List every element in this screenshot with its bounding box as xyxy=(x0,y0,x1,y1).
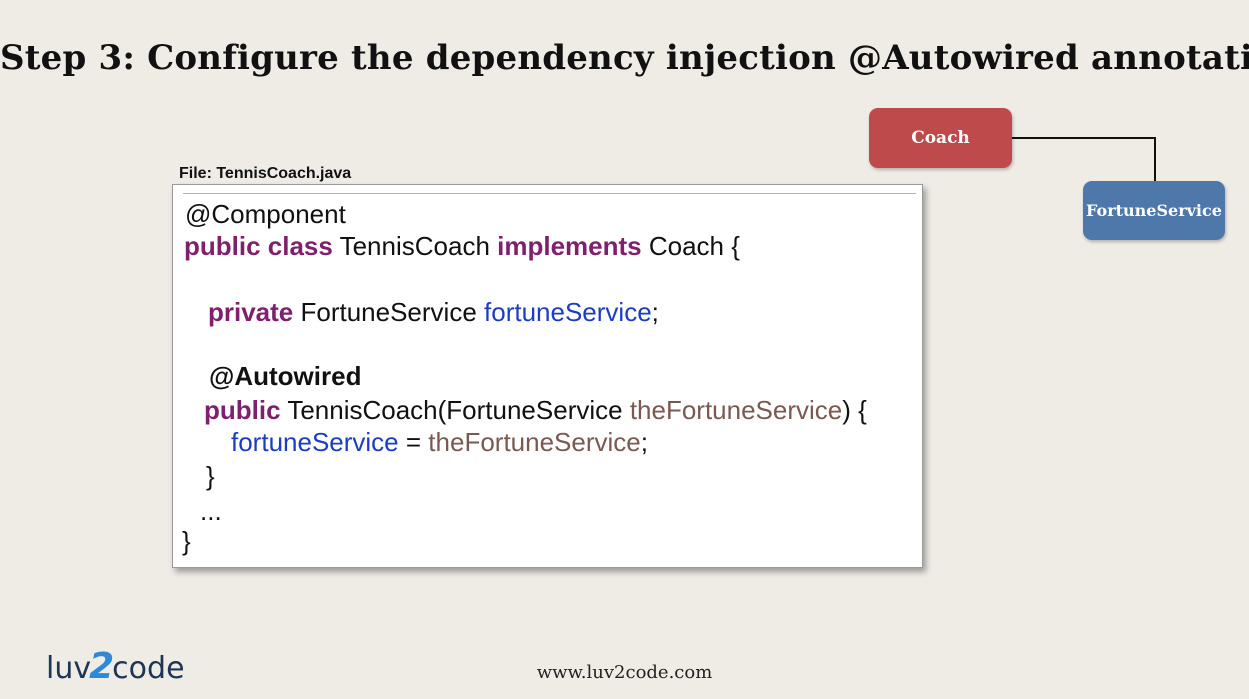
footer-url: www.luv2code.com xyxy=(536,662,713,683)
keyword: public xyxy=(204,395,281,425)
keyword: private xyxy=(208,297,294,327)
code-line-4: @Autowired xyxy=(209,361,362,391)
code-text: Coach { xyxy=(641,231,740,261)
code-line-1: @Component xyxy=(185,199,346,229)
code-text: ; xyxy=(640,427,648,457)
field-name: fortuneService xyxy=(484,297,652,327)
code-line-7: } xyxy=(206,461,215,491)
fortune-service-node: FortuneService xyxy=(1083,181,1225,240)
code-text: = xyxy=(398,427,429,457)
keyword: public class xyxy=(184,231,333,261)
class-name: TennisCoach xyxy=(332,231,498,261)
file-label: File: TennisCoach.java xyxy=(179,165,352,182)
code-line-3: private FortuneService fortuneService; xyxy=(208,296,659,328)
param-name: theFortuneService xyxy=(428,427,641,457)
code-box: @Component public class TennisCoach impl… xyxy=(172,184,923,568)
code-line-9: } xyxy=(182,526,191,556)
code-line-5: public TennisCoach(FortuneService theFor… xyxy=(204,394,867,426)
code-line-8: ... xyxy=(200,496,222,526)
param-name: theFortuneService xyxy=(629,395,843,425)
code-box-divider xyxy=(183,193,916,194)
code-text: ) { xyxy=(842,395,867,425)
field-name: fortuneService xyxy=(231,427,399,457)
coach-node: Coach xyxy=(869,108,1012,168)
code-text: ; xyxy=(651,297,659,327)
code-line-6: fortuneService = theFortuneService; xyxy=(231,426,648,458)
code-line-2: public class TennisCoach implements Coac… xyxy=(184,230,740,262)
keyword: implements xyxy=(497,231,642,261)
code-text: TennisCoach(FortuneService xyxy=(280,395,630,425)
type-name: FortuneService xyxy=(293,297,485,327)
